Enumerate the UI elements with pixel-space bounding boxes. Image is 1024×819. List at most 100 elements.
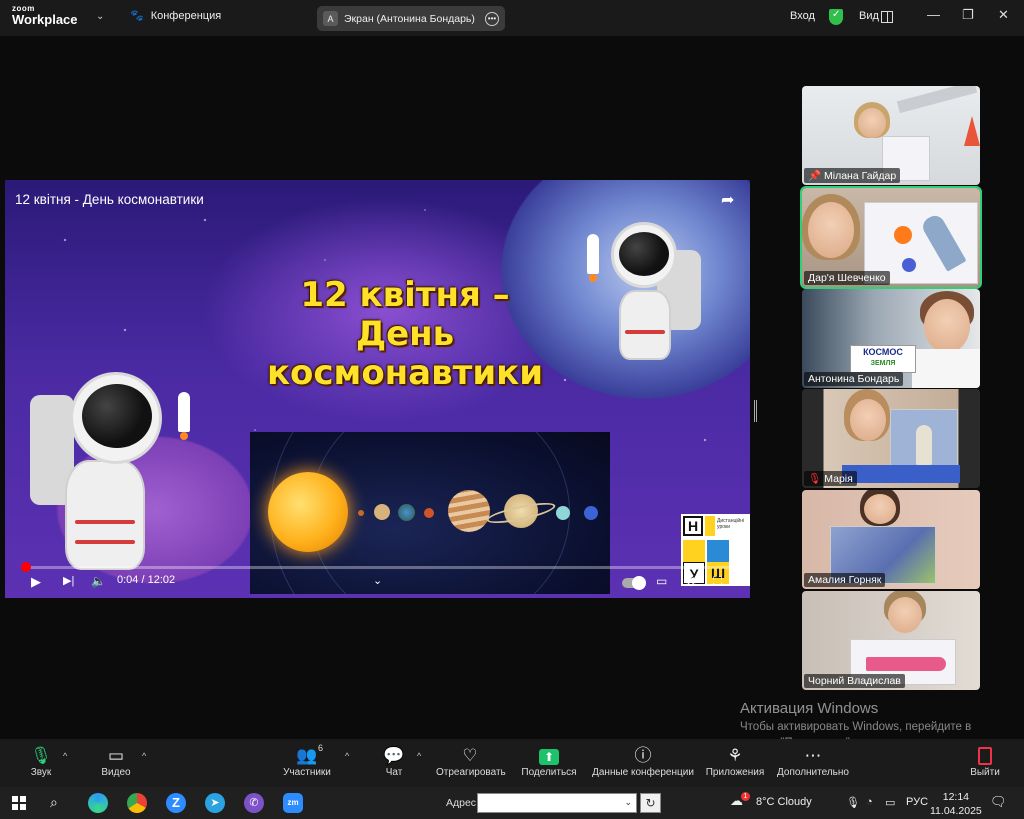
share-arrow-icon[interactable]: ➦ — [721, 190, 734, 210]
fullscreen-icon[interactable]: ⛶ — [713, 574, 722, 590]
audio-button[interactable]: 🎙 Звук — [24, 745, 58, 778]
address-input[interactable]: ⌄ — [477, 793, 637, 813]
planet-jupiter — [448, 490, 490, 532]
participant-tile[interactable]: 📌 Мілана Гайдар — [802, 86, 980, 185]
minimize-button[interactable]: — — [927, 7, 940, 22]
audio-options-caret[interactable]: ^ — [63, 751, 67, 761]
video-title[interactable]: 12 квітня - День космонавтики — [15, 192, 204, 207]
meeting-button[interactable]: 🐾 Конференция — [130, 9, 222, 23]
participant-tile-active[interactable]: Дар'я Шевченко — [800, 186, 982, 289]
drawn-rocket — [866, 657, 946, 671]
participant-tile[interactable]: Чорний Владислав — [802, 591, 980, 690]
chat-label: Чат — [385, 767, 403, 778]
participant-face — [858, 108, 886, 138]
security-shield-icon[interactable] — [829, 9, 843, 25]
telegram-icon[interactable]: ➤ — [205, 793, 225, 813]
language-indicator[interactable]: РУС — [906, 796, 928, 808]
microphone-tray-icon[interactable]: 🎙 — [846, 796, 860, 809]
participant-tile[interactable]: 🎙 Марія — [802, 389, 980, 488]
participant-face — [924, 299, 970, 353]
drawn-sun — [894, 226, 912, 244]
clock-date: 11.04.2025 — [930, 805, 982, 818]
drawn-rocket — [916, 425, 932, 465]
view-icon[interactable] — [881, 11, 893, 23]
login-button[interactable]: Вход — [790, 10, 815, 22]
apps-button[interactable]: ⚘ Приложения — [704, 745, 766, 778]
nush-block — [705, 516, 715, 536]
video-progress-bar[interactable] — [20, 562, 741, 572]
close-button[interactable]: ✕ — [998, 7, 1009, 23]
meeting-info-button[interactable]: ⓘ Данные конференции — [592, 745, 694, 778]
audio-label: Звук — [30, 767, 52, 778]
info-icon: ⓘ — [634, 746, 652, 765]
restore-button[interactable]: ❐ — [962, 7, 974, 23]
notifications-icon[interactable]: 🗨 — [990, 794, 1007, 810]
react-button[interactable]: ♡ Отреагировать — [436, 745, 506, 778]
exit-icon — [978, 747, 992, 765]
resize-handle[interactable] — [754, 400, 757, 422]
zoom-logo: zoom Workplace — [12, 5, 78, 27]
view-button[interactable]: Вид — [859, 10, 879, 22]
participant-tile[interactable]: Амалия Горняк — [802, 490, 980, 589]
shared-screen-video[interactable]: 12 квітня - День космонавтики ➦ 12 квітн… — [5, 180, 750, 598]
headline: 12 квітня – День космонавтики — [185, 275, 625, 393]
pin-icon: 📌 — [808, 170, 824, 182]
video-controls: ▶ ▶| 🔈 0:04 / 12:02 ⌄ ▭ ⚙ ⛶ — [5, 572, 750, 596]
space-sign: КОСМОС ЗЕМЛЯ — [850, 345, 916, 373]
subtitles-icon[interactable]: ▭ — [656, 574, 667, 588]
settings-gear-icon[interactable]: ⚙ — [685, 574, 697, 590]
weather-text[interactable]: 8°C Cloudy — [756, 796, 812, 808]
edge-icon[interactable] — [88, 793, 108, 813]
chevron-down-icon[interactable]: ⌄ — [96, 11, 104, 22]
more-button[interactable]: ⋯ Дополнительно — [776, 745, 850, 778]
participants-button[interactable]: 👥 Участники — [280, 745, 334, 778]
chat-button[interactable]: 💬 Чат — [381, 745, 407, 778]
participant-face — [850, 399, 886, 441]
share-screen-button[interactable]: ⬆ Поделиться — [520, 745, 578, 778]
participant-name: Амалия Горняк — [804, 573, 886, 587]
video-label: Видео — [101, 767, 131, 778]
chevron-down-icon[interactable]: ⌄ — [624, 797, 632, 808]
play-icon[interactable]: ▶ — [31, 574, 41, 590]
windows-start-icon[interactable] — [12, 796, 26, 810]
share-label: Поделиться — [521, 767, 577, 778]
sign-line2: ЗЕМЛЯ — [870, 360, 896, 367]
white-blouse — [912, 349, 980, 388]
network-icon[interactable]: ▭ — [885, 796, 895, 809]
search-icon[interactable]: ⌕ — [50, 794, 58, 811]
viber-icon[interactable]: ✆ — [244, 793, 264, 813]
volume-icon[interactable]: 🔈 — [91, 574, 106, 588]
solar-system-image — [250, 432, 610, 594]
participant-name: Дар'я Шевченко — [804, 271, 890, 285]
more-icon[interactable]: ••• — [485, 11, 499, 26]
zoom-app-icon[interactable]: zm — [283, 793, 303, 813]
autoplay-toggle[interactable] — [622, 576, 646, 590]
next-icon[interactable]: ▶| — [63, 574, 74, 587]
headline-line1: 12 квітня – — [300, 275, 510, 315]
address-label: Адрес — [446, 797, 477, 809]
wifi-icon[interactable]: ◔ — [866, 796, 873, 808]
title-bar: zoom Workplace ⌄ 🐾 Конференция A Экран (… — [0, 0, 1024, 36]
info-label: Данные конференции — [592, 767, 694, 778]
logo-line2: Workplace — [12, 12, 78, 27]
video-options-caret[interactable]: ^ — [142, 751, 146, 761]
video-button[interactable]: ▭ Видео — [96, 745, 136, 778]
nush-blue-cell — [707, 540, 729, 562]
progress-knob[interactable] — [20, 562, 31, 572]
zoom-z-icon[interactable]: Z — [166, 793, 186, 813]
participant-tile[interactable]: КОСМОС ЗЕМЛЯ Антонина Бондарь — [802, 289, 980, 388]
suit-stripe — [75, 540, 135, 544]
clock-time: 12:14 — [942, 791, 970, 803]
refresh-button[interactable]: ↻ — [640, 793, 661, 813]
drawing-paper-blue — [842, 465, 960, 483]
screen-share-indicator[interactable]: A Экран (Антонина Бондарь) ••• — [317, 6, 505, 31]
weather-badge: 1 — [741, 792, 750, 801]
chrome-icon[interactable] — [127, 793, 147, 813]
chat-options-caret[interactable]: ^ — [417, 751, 421, 761]
leave-button[interactable]: Выйти — [968, 745, 1002, 778]
meeting-label: Конференция — [150, 9, 222, 22]
system-clock[interactable]: 12:14 11.04.2025 — [930, 790, 982, 818]
presenter-avatar: A — [323, 11, 338, 26]
chevron-down-icon[interactable]: ⌄ — [373, 574, 382, 587]
participants-options-caret[interactable]: ^ — [345, 751, 349, 761]
